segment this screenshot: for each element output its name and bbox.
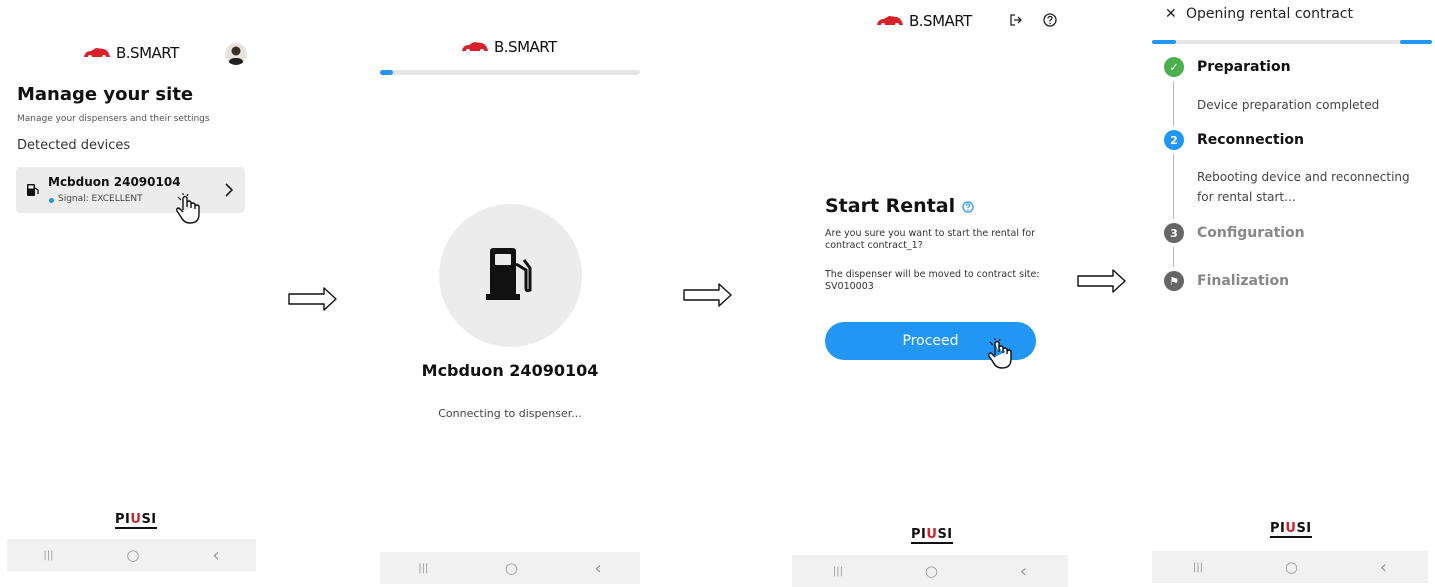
logo-text: B.SMART [494,38,557,56]
device-name: Mcbduon 24090104 [48,175,181,189]
progress-fill [380,70,393,75]
piusi-footer-logo: PIUSI [911,528,953,544]
page-header: Opening rental contract [1186,6,1353,22]
piusi-letters-c: SI [1296,521,1312,536]
piusi-footer-logo: PIUSI [1270,522,1312,538]
home-button[interactable]: ○ [505,559,518,577]
info-help-icon[interactable] [962,201,974,213]
step-connector [1173,81,1174,126]
screen-manage-site: B.SMART Manage your site Manage your dis… [0,0,265,585]
system-nav-bar: ||| ○ ‹ [7,539,256,571]
step-progress-end [1400,40,1432,44]
piusi-letters-c: SI [141,512,157,527]
bsmart-logo: B.SMART [82,44,179,62]
step-title: Reconnection [1197,132,1304,148]
screen-opening-contract: ✕ Opening rental contract ✓ Preparation De… [1150,0,1435,585]
step-description: Rebooting device and reconnecting for re… [1197,170,1410,204]
home-button[interactable]: ○ [1285,558,1298,576]
page-title: Manage your site [17,84,194,105]
device-name: Mcbduon 24090104 [421,361,599,380]
piusi-letters-b: U [926,527,938,542]
progress-track [380,70,640,75]
dialog-question: Are you sure you want to start the renta… [825,228,1036,251]
screen-start-rental: B.SMART Start Rental Are you sure you wa… [790,0,1070,587]
step-description: Device preparation completed [1197,98,1380,112]
recents-button[interactable]: ||| [43,550,53,561]
fuel-pump-icon [27,184,39,196]
screen-connecting: B.SMART Mcbduon 24090104 Connecting to d… [370,0,650,585]
bsmart-logo: B.SMART [875,12,972,30]
step-connector [1173,154,1174,219]
system-nav-bar: ||| ○ ‹ [792,555,1068,587]
help-icon[interactable] [1043,13,1057,27]
step-preparation: ✓ Preparation [1164,56,1291,78]
device-circle [439,204,582,347]
tap-hand-icon [988,338,1012,369]
step-title: Preparation [1197,59,1291,75]
fuel-pump-icon [486,248,532,300]
bsmart-logo: B.SMART [460,38,557,56]
piusi-footer-logo: PIUSI [115,513,157,529]
page-subtitle: Manage your dispensers and their setting… [17,114,210,124]
logo-text: B.SMART [116,44,179,62]
flow-arrow-icon [288,287,337,311]
car-logo-icon [877,16,903,27]
back-button[interactable]: ‹ [1020,561,1027,582]
car-logo-icon [462,42,488,53]
dialog-info: The dispenser will be moved to contract … [825,269,1040,292]
proceed-label: Proceed [902,333,959,349]
car-logo-icon [84,48,110,59]
recents-button[interactable]: ||| [418,563,428,574]
signal-dot-icon [49,198,54,203]
flow-arrow-icon [683,283,732,307]
home-button[interactable]: ○ [126,546,139,564]
user-avatar-icon [229,46,243,65]
step-finalization: ⚑ Finalization [1164,270,1289,292]
step-badge-icon: ⚑ [1164,271,1184,291]
logo-text: B.SMART [909,12,972,30]
system-nav-bar: ||| ○ ‹ [380,552,640,584]
step-connector [1173,247,1174,267]
section-heading: Detected devices [17,138,131,153]
chevron-right-icon [225,183,234,197]
step-badge-icon: 2 [1164,130,1184,150]
flow-arrow-icon [1077,269,1126,293]
back-button[interactable]: ‹ [1380,557,1387,578]
logout-icon[interactable] [1009,13,1023,27]
step-badge-icon: 3 [1164,223,1184,243]
back-button[interactable]: ‹ [212,545,219,566]
piusi-letters-a: PI [911,527,927,542]
step-progress-start [1152,40,1176,44]
piusi-letters-a: PI [1270,521,1286,536]
piusi-letters-b: U [1285,521,1297,536]
avatar[interactable] [225,43,247,65]
dialog-title: Start Rental [825,195,956,217]
home-button[interactable]: ○ [925,562,938,580]
step-progress-track [1152,40,1432,44]
back-button[interactable]: ‹ [595,558,602,579]
step-title: Configuration [1197,225,1305,241]
tap-hand-icon [176,193,200,224]
step-badge-icon: ✓ [1164,57,1184,77]
device-signal: Signal: EXCELLENT [58,194,143,204]
connection-status: Connecting to dispenser... [438,407,582,420]
piusi-letters-a: PI [115,512,131,527]
close-icon[interactable]: ✕ [1165,6,1177,22]
device-card[interactable]: Mcbduon 24090104 Signal: EXCELLENT [16,167,245,213]
step-configuration: 3 Configuration [1164,222,1305,244]
system-nav-bar: ||| ○ ‹ [1152,551,1428,583]
recents-button[interactable]: ||| [833,566,843,577]
piusi-letters-b: U [130,512,142,527]
step-title: Finalization [1197,273,1290,289]
recents-button[interactable]: ||| [1193,562,1203,573]
piusi-letters-c: SI [937,527,953,542]
step-reconnection: 2 Reconnection [1164,129,1304,151]
